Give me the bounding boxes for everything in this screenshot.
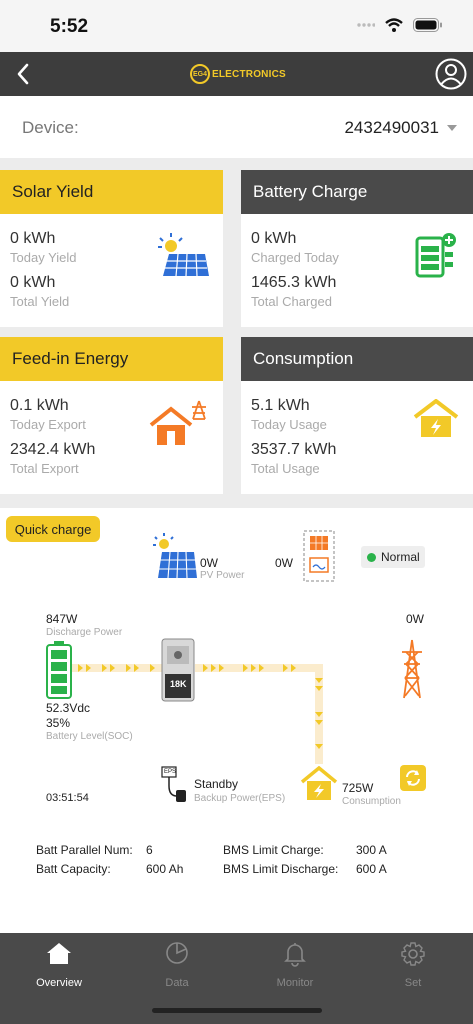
battery-charge-icon xyxy=(415,233,456,278)
consumption-card[interactable]: Consumption 5.1 kWh Today Usage 3537.7 kW… xyxy=(241,337,473,494)
brand-logo: EG4 ELECTRONICS xyxy=(190,64,286,84)
logo-text: ELECTRONICS xyxy=(212,68,286,80)
card-title: Consumption xyxy=(241,337,473,381)
status-bar: 5:52 xyxy=(0,0,473,52)
tab-label: Set xyxy=(404,977,422,989)
pv-panel-icon xyxy=(153,533,197,579)
today-yield-label: Today Yield xyxy=(10,250,77,265)
battery-soc-label: Battery Level(SOC) xyxy=(46,731,133,742)
solar-panel-icon xyxy=(158,233,209,277)
eps-tag: EPS xyxy=(164,769,177,775)
consumption-power-value: 725W xyxy=(342,781,374,795)
inverter-icon xyxy=(161,638,195,702)
device-selector: Device: 2432490031 xyxy=(0,96,473,158)
pv-power-value: 0W xyxy=(200,556,218,570)
flow-arrows-to-consumption xyxy=(315,664,323,764)
pv-power-label: PV Power xyxy=(200,570,245,581)
total-export-value: 2342.4 kWh xyxy=(10,441,96,458)
tab-label: Overview xyxy=(36,977,82,989)
inverter-model-badge: 18K xyxy=(170,679,187,689)
refresh-button[interactable] xyxy=(400,765,426,791)
status-indicator-icon xyxy=(367,552,376,562)
battery-status-icon xyxy=(413,18,442,32)
quick-charge-button[interactable]: Quick charge xyxy=(6,516,100,542)
total-charged-label: Total Charged xyxy=(251,294,332,309)
grid-power-value: 0W xyxy=(406,612,424,626)
card-title: Feed-in Energy xyxy=(0,337,223,381)
device-serial: 2432490031 xyxy=(344,118,439,137)
tab-monitor[interactable]: Monitor xyxy=(236,941,354,989)
card-title: Solar Yield xyxy=(0,170,223,214)
today-yield-value: 0 kWh xyxy=(10,230,56,247)
inverter-power-value: 0W xyxy=(275,556,293,570)
today-usage-label: Today Usage xyxy=(251,417,327,432)
bms-discharge-label: BMS Limit Discharge: xyxy=(223,862,339,876)
home-consumption-icon xyxy=(300,766,338,800)
gear-icon xyxy=(401,942,425,966)
pie-chart-icon xyxy=(166,942,188,964)
battery-charge-card[interactable]: Battery Charge 0 kWh Charged Today 1465.3… xyxy=(241,170,473,327)
solar-yield-card[interactable]: Solar Yield 0 kWh Today Yield 0 kWh Total … xyxy=(0,170,223,327)
batt-parallel-value: 6 xyxy=(146,843,153,857)
back-button[interactable] xyxy=(12,60,36,88)
charged-today-value: 0 kWh xyxy=(251,230,297,247)
tab-label: Monitor xyxy=(276,977,314,989)
total-yield-label: Total Yield xyxy=(10,294,70,309)
status-badge: Normal xyxy=(361,546,425,568)
flow-arrows-battery-inverter xyxy=(72,664,162,672)
today-export-value: 0.1 kWh xyxy=(10,397,69,414)
energy-flow-panel: Quick charge 0W PV Power 0W Normal 847W … xyxy=(0,508,473,933)
battery-icon xyxy=(46,641,72,699)
house-grid-icon xyxy=(149,400,206,445)
logo-mark: EG4 xyxy=(190,64,210,84)
battery-voltage: 52.3Vdc xyxy=(46,701,91,715)
app-header: EG4 ELECTRONICS xyxy=(0,52,473,96)
total-usage-label: Total Usage xyxy=(251,461,320,476)
discharge-power-value: 847W xyxy=(46,612,78,626)
total-export-label: Total Export xyxy=(10,461,79,476)
tab-data[interactable]: Data xyxy=(118,941,236,989)
status-text: Normal xyxy=(381,550,420,564)
batt-parallel-label: Batt Parallel Num: xyxy=(36,843,133,857)
tab-overview[interactable]: Overview xyxy=(0,941,118,989)
update-time: 03:51:54 xyxy=(46,792,89,804)
device-dropdown[interactable]: 2432490031 xyxy=(344,118,457,138)
battery-soc: 35% xyxy=(46,716,71,730)
house-power-icon xyxy=(413,399,459,437)
tab-set[interactable]: Set xyxy=(354,941,472,989)
eps-status: Standby xyxy=(194,777,239,791)
bms-charge-label: BMS Limit Charge: xyxy=(223,843,324,857)
status-time: 5:52 xyxy=(50,16,89,37)
status-icons xyxy=(357,18,443,32)
device-label: Device: xyxy=(22,118,79,137)
total-charged-value: 1465.3 kWh xyxy=(251,274,337,291)
grid-tower-icon xyxy=(402,639,422,699)
discharge-power-label: Discharge Power xyxy=(46,627,123,638)
charged-today-label: Charged Today xyxy=(251,250,339,265)
today-usage-value: 5.1 kWh xyxy=(251,397,310,414)
home-indicator xyxy=(152,1008,322,1013)
solar-inverter-icon xyxy=(303,530,335,582)
today-export-label: Today Export xyxy=(10,417,86,432)
chevron-down-icon xyxy=(447,125,457,131)
batt-capacity-value: 600 Ah xyxy=(146,862,184,876)
feed-in-energy-card[interactable]: Feed-in Energy 0.1 kWh Today Export 2342.… xyxy=(0,337,223,494)
user-profile-button[interactable] xyxy=(435,58,467,90)
batt-capacity-label: Batt Capacity: xyxy=(36,862,111,876)
bms-charge-value: 300 A xyxy=(356,843,387,857)
card-title: Battery Charge xyxy=(241,170,473,214)
flow-arrows-inverter-grid xyxy=(195,664,315,672)
tab-label: Data xyxy=(165,977,189,989)
signal-icon xyxy=(357,23,375,27)
total-yield-value: 0 kWh xyxy=(10,274,56,291)
wifi-icon xyxy=(385,18,403,32)
bms-discharge-value: 600 A xyxy=(356,862,387,876)
bell-icon xyxy=(284,943,306,967)
home-icon xyxy=(47,943,71,964)
total-usage-value: 3537.7 kWh xyxy=(251,441,337,458)
consumption-power-label: Consumption xyxy=(342,796,401,807)
eps-label: Backup Power(EPS) xyxy=(194,793,286,804)
